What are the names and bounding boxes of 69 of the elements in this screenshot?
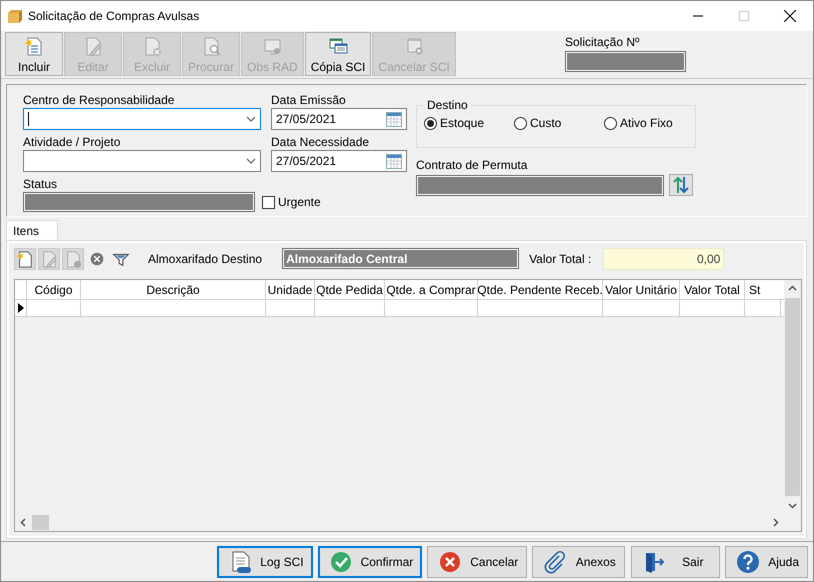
- total-field: 0,00: [603, 248, 724, 270]
- footer-button[interactable]: Sair: [631, 546, 720, 578]
- footer-button[interactable]: Ajuda: [725, 546, 808, 578]
- document-star-icon: [24, 36, 44, 56]
- column-header[interactable]: Descrição: [81, 280, 266, 299]
- field-label: Solicitação Nº: [565, 35, 640, 49]
- column-header[interactable]: Valor Unitário: [603, 280, 680, 299]
- column-header[interactable]: St: [745, 280, 781, 299]
- scroll-right-icon[interactable]: [771, 518, 780, 527]
- column-header[interactable]: Qtde Pedida: [315, 280, 385, 299]
- help-icon: [736, 550, 760, 574]
- scroll-thumb[interactable]: [32, 515, 49, 530]
- urgent-checkbox[interactable]: Urgente: [262, 195, 321, 209]
- radio-option[interactable]: Ativo Fixo: [604, 116, 684, 130]
- footer-button[interactable]: Confirmar: [318, 546, 422, 578]
- footer-button[interactable]: Log SCI: [217, 546, 313, 578]
- field-label: Contrato de Permuta: [416, 158, 528, 173]
- column-header[interactable]: Qtde. Pendente Receb.: [478, 280, 603, 299]
- field-label: Atividade / Projeto: [23, 135, 122, 150]
- combo-box[interactable]: [23, 108, 261, 130]
- column-header[interactable]: Qtde. a Comprar: [385, 280, 478, 299]
- scroll-down-icon[interactable]: [788, 501, 797, 510]
- maximize-icon: [739, 11, 749, 21]
- paperclip-icon: [543, 550, 568, 574]
- radio-button[interactable]: [604, 116, 617, 130]
- scroll-thumb[interactable]: [785, 298, 800, 496]
- window-title: Solicitação de Compras Avulsas: [28, 9, 200, 23]
- date-value: 27/05/2021: [276, 154, 336, 168]
- document-icon: [16, 250, 34, 268]
- scroll-up-icon[interactable]: [788, 284, 797, 293]
- calendar-icon[interactable]: [386, 153, 402, 169]
- combo-box[interactable]: [23, 150, 261, 172]
- field-label: Almoxarifado Destino: [148, 252, 262, 266]
- footer-button[interactable]: Cancelar: [427, 546, 528, 578]
- destination-group: Destino Estoque Custo Ativo Fixo: [416, 98, 696, 148]
- document-icon: [40, 250, 58, 268]
- calendar-icon[interactable]: [386, 111, 402, 127]
- field-label: Valor Total :: [529, 252, 592, 266]
- app-icon: [7, 8, 23, 24]
- swap-button[interactable]: [669, 174, 693, 196]
- warehouse-field: Almoxarifado Central: [282, 248, 520, 269]
- add-item-button[interactable]: [14, 248, 36, 270]
- toolbar-button[interactable]: Incluir: [5, 32, 63, 76]
- field-label: Centro de Responsabilidade: [23, 93, 176, 108]
- date-value: 27/05/2021: [276, 112, 336, 126]
- windows-icon: [328, 36, 348, 56]
- radio-option[interactable]: Estoque: [424, 116, 514, 130]
- column-header[interactable]: Unidade: [266, 280, 315, 299]
- column-header[interactable]: Código: [27, 280, 81, 299]
- date-field[interactable]: 27/05/2021: [271, 150, 407, 172]
- cancel-icon: [438, 550, 462, 574]
- toolbar-button[interactable]: Cópia SCI: [304, 32, 372, 76]
- close-icon: [784, 10, 796, 22]
- swap-arrows-icon: [673, 176, 689, 194]
- radio-button[interactable]: [514, 116, 527, 130]
- check-icon: [328, 550, 353, 574]
- tab[interactable]: Itens: [6, 220, 58, 240]
- checkbox[interactable]: [262, 196, 275, 208]
- radio-option[interactable]: Custo: [514, 116, 604, 130]
- field-label: Data Emissão: [271, 93, 347, 108]
- document-icon: [64, 250, 82, 268]
- scroll-left-icon[interactable]: [19, 518, 28, 527]
- remove-icon[interactable]: [88, 250, 106, 268]
- radio-button[interactable]: [424, 116, 437, 130]
- field-label: Status: [23, 177, 58, 192]
- footer-button[interactable]: Anexos: [532, 546, 626, 578]
- date-field[interactable]: 27/05/2021: [271, 108, 407, 130]
- field-label: Data Necessidade: [271, 135, 370, 150]
- column-header[interactable]: Valor Total: [680, 280, 745, 299]
